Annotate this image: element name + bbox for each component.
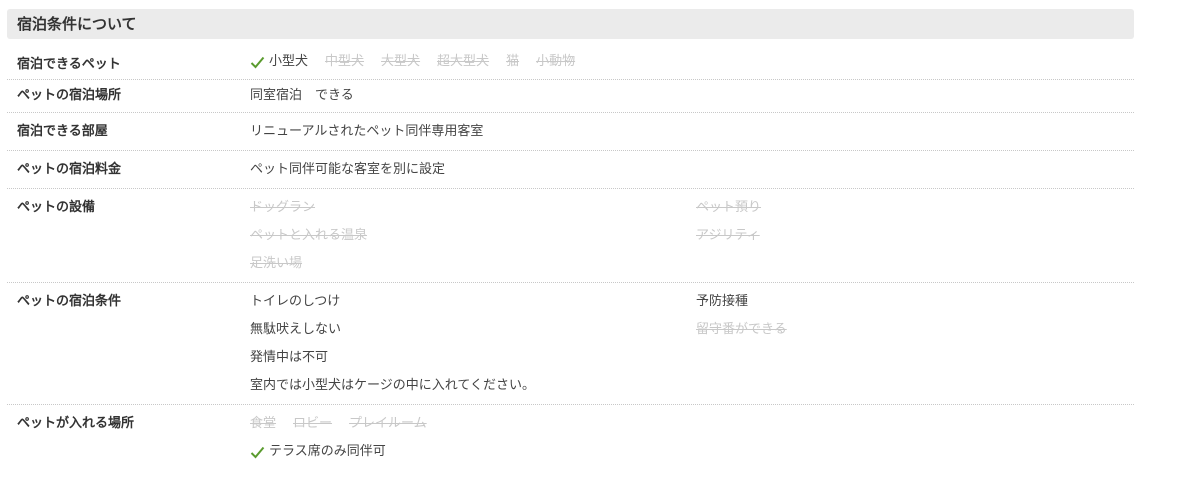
pet-types-list: 小型犬 中型犬 大型犬 超大型犬 猫 小動物 [250,48,1134,76]
condition-item: 室内では小型犬はケージの中に入れてください。 [250,378,535,393]
row-pets: 宿泊できるペット 小型犬 中型犬 大型犬 超大型犬 猫 小動物 [7,46,1134,80]
section-title: 宿泊条件について [7,9,1134,39]
conditions-table: 宿泊できるペット 小型犬 中型犬 大型犬 超大型犬 猫 小動物 ペットの宿泊場所 同室宿泊… [7,46,1134,470]
pet-type-item: 大型犬 [381,54,421,69]
facility-item: ペットと入れる温泉 [250,228,368,243]
area-item: 食堂 [250,416,277,431]
row-label: ペットの宿泊場所 [17,88,122,103]
row-place: ペットの宿泊場所 同室宿泊 できる [7,80,1134,113]
row-label: 宿泊できる部屋 [17,124,108,139]
row-label: ペットの宿泊条件 [17,294,122,309]
row-conditions: ペットの宿泊条件 トイレのしつけ 無駄吠えしない 発情中は不可室内では小型犬はケージ… [7,283,1134,405]
area-item: ロビー [293,416,333,431]
condition-item: 予防接種 [696,294,749,309]
row-value: リニューアルされたペット同伴専用客室 [250,124,484,139]
row-areas: ペットが入れる場所 食堂 ロビー プレイルーム テラス席のみ同伴可 [7,405,1134,470]
row-fee: ペットの宿泊料金 ペット同伴可能な客室を別に設定 [7,151,1134,189]
row-room: 宿泊できる部屋 リニューアルされたペット同伴専用客室 [7,113,1134,151]
row-label: 宿泊できるペット [17,57,121,72]
condition-item: トイレのしつけ [250,294,341,309]
areas-list: 食堂 ロビー プレイルーム [250,410,1134,438]
stay-conditions-panel: 宿泊条件について 宿泊できるペット 小型犬 中型犬 大型犬 超大型犬 猫 小動物 ペットの… [7,9,1134,470]
facilities-column-1: ドッグランペットと入れる温泉 足洗い場 [250,194,696,278]
row-label: ペットが入れる場所 [17,416,135,431]
condition-item: 留守番ができる [696,322,787,337]
allowed-area-text: テラス席のみ同伴可 [269,444,386,459]
facility-item: ドッグラン [250,200,316,215]
allowed-area: テラス席のみ同伴可 [250,438,386,466]
pet-type-item: 小型犬 [250,48,308,76]
condition-item: 発情中は不可 [250,350,329,365]
facility-item: 足洗い場 [250,256,303,271]
facilities-column-2: ペット預りアジリティ [696,194,1134,278]
conditions-column-2: 予防接種留守番ができる [696,288,1134,400]
conditions-column-1: トイレのしつけ 無駄吠えしない 発情中は不可室内では小型犬はケージの中に入れてくださ… [250,288,696,400]
facility-item: ペット預り [696,200,762,215]
row-label: ペットの宿泊料金 [17,162,122,177]
row-value: ペット同伴可能な客室を別に設定 [250,162,446,177]
pet-type-item: 猫 [506,54,520,69]
pet-type-item: 超大型犬 [437,54,490,69]
pet-type-item: 小動物 [536,54,576,69]
facility-item: アジリティ [696,228,760,243]
area-item: プレイルーム [349,416,427,431]
row-label: ペットの設備 [17,200,96,215]
condition-item: 無駄吠えしない [250,322,342,337]
check-icon [250,446,265,458]
row-facilities: ペットの設備 ドッグランペットと入れる温泉 足洗い場 ペット預りアジリティ [7,189,1134,283]
check-icon [250,56,265,68]
row-value: 同室宿泊 できる [250,88,354,103]
pet-type-item: 中型犬 [325,54,365,69]
